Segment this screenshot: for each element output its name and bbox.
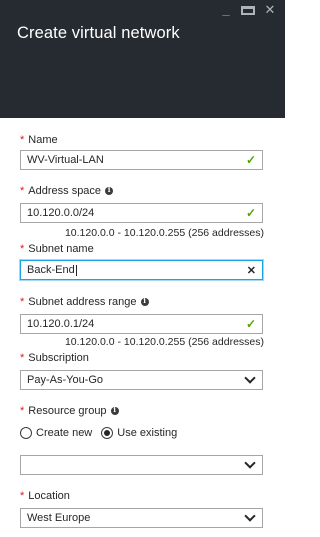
radio-create-new-label: Create new xyxy=(36,427,93,439)
subnet-range-label-text: Subnet address range xyxy=(28,296,137,308)
required-marker: * xyxy=(20,243,25,255)
maximize-icon[interactable] xyxy=(241,3,255,18)
check-icon: ✓ xyxy=(245,317,256,331)
radio-use-existing[interactable]: Use existing xyxy=(101,427,177,439)
check-icon: ✓ xyxy=(245,206,256,220)
clear-icon[interactable]: ✕ xyxy=(247,264,256,277)
subnet-range-input[interactable]: 10.120.0.1/24 ✓ xyxy=(20,314,263,334)
subnet-name-input[interactable]: Back-End ✕ xyxy=(20,260,263,280)
required-marker: * xyxy=(20,134,25,146)
required-marker: * xyxy=(20,296,25,308)
subnet-range-hint: 10.120.0.0 - 10.120.0.255 (256 addresses… xyxy=(64,336,264,348)
name-input[interactable]: WV-Virtual-LAN ✓ xyxy=(20,150,263,170)
address-space-hint: 10.120.0.0 - 10.120.0.255 (256 addresses… xyxy=(64,227,264,239)
resource-group-select[interactable] xyxy=(20,455,263,475)
address-space-label: * Address space xyxy=(20,185,114,197)
location-select[interactable]: West Europe xyxy=(20,508,263,528)
check-icon: ✓ xyxy=(245,153,256,167)
subnet-name-label-text: Subnet name xyxy=(28,243,94,255)
required-marker: * xyxy=(20,405,25,417)
resource-group-label: * Resource group xyxy=(20,405,119,417)
close-icon[interactable]: ✕ xyxy=(263,3,277,18)
required-marker: * xyxy=(20,185,25,197)
address-space-value: 10.120.0.0/24 xyxy=(27,207,95,219)
chevron-down-icon xyxy=(244,372,256,384)
blade-title: Create virtual network xyxy=(17,24,180,42)
subnet-name-label: * Subnet name xyxy=(20,243,94,255)
name-label-text: Name xyxy=(28,134,58,146)
subscription-label: * Subscription xyxy=(20,352,89,364)
resource-group-label-text: Resource group xyxy=(28,405,107,417)
address-space-label-text: Address space xyxy=(28,185,102,197)
subnet-range-value: 10.120.0.1/24 xyxy=(27,318,95,330)
chevron-down-icon xyxy=(244,510,256,522)
radio-create-new[interactable]: Create new xyxy=(20,427,92,439)
subscription-select[interactable]: Pay-As-You-Go xyxy=(20,370,263,390)
info-icon[interactable] xyxy=(110,405,119,415)
location-label-text: Location xyxy=(28,490,70,502)
radio-use-existing-label: Use existing xyxy=(117,427,178,439)
blade-header: Create virtual network _ ✕ xyxy=(0,0,285,118)
subnet-range-label: * Subnet address range xyxy=(20,296,149,308)
address-space-input[interactable]: 10.120.0.0/24 ✓ xyxy=(20,203,263,223)
subnet-name-value: Back-End xyxy=(27,264,247,276)
resource-group-radio-group: Create new Use existing xyxy=(20,427,186,439)
location-value: West Europe xyxy=(27,512,91,524)
info-icon[interactable] xyxy=(105,185,114,195)
name-label: * Name xyxy=(20,134,58,146)
chevron-down-icon xyxy=(244,457,256,469)
name-value: WV-Virtual-LAN xyxy=(27,154,104,166)
minimize-icon[interactable]: _ xyxy=(219,3,233,18)
radio-use-existing-circle[interactable] xyxy=(101,427,114,439)
text-caret xyxy=(75,264,77,276)
radio-create-new-circle[interactable] xyxy=(20,427,32,439)
subscription-value: Pay-As-You-Go xyxy=(27,374,104,386)
window-controls: _ ✕ xyxy=(219,3,277,18)
required-marker: * xyxy=(20,490,25,502)
location-label: * Location xyxy=(20,490,70,502)
required-marker: * xyxy=(20,352,25,364)
subscription-label-text: Subscription xyxy=(28,352,89,364)
info-icon[interactable] xyxy=(140,296,149,306)
subnet-name-text: Back-End xyxy=(27,264,75,276)
